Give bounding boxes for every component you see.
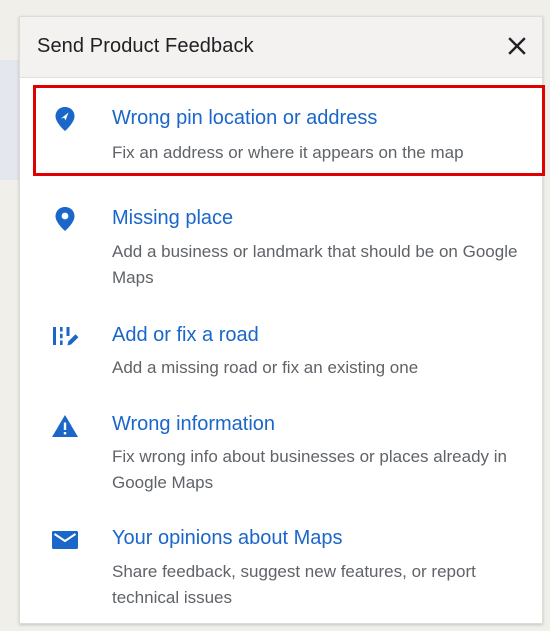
option-title: Wrong pin location or address <box>112 107 378 129</box>
dialog-header: Send Product Feedback <box>20 17 542 78</box>
close-icon <box>508 37 526 55</box>
feedback-dialog: Send Product Feedback Wrong pin location… <box>19 16 545 624</box>
option-description: Fix wrong info about businesses or place… <box>112 447 507 492</box>
option-title: Missing place <box>112 207 234 229</box>
road-edit-icon <box>50 321 80 351</box>
option-missing-place[interactable]: Missing place Add a business or landmark… <box>20 183 542 293</box>
option-add-fix-road[interactable]: Add or fix a road Add a missing road or … <box>20 300 542 380</box>
dialog-title: Send Product Feedback <box>37 35 254 57</box>
option-description: Add a missing road or fix an existing on… <box>112 358 419 377</box>
option-description: Fix an address or where it appears on th… <box>112 143 464 162</box>
warning-icon <box>50 411 80 441</box>
location-pin-icon <box>50 204 80 234</box>
mail-icon <box>50 525 80 555</box>
option-title: Add or fix a road <box>112 324 259 346</box>
location-pin-icon <box>50 104 80 134</box>
map-background <box>0 60 20 180</box>
option-title: Wrong information <box>112 413 276 435</box>
option-wrong-pin-location[interactable]: Wrong pin location or address Fix an add… <box>20 83 542 175</box>
option-title: Your opinions about Maps <box>112 527 343 549</box>
close-button[interactable] <box>502 31 532 61</box>
option-your-opinions[interactable]: Your opinions about Maps Share feedback,… <box>20 504 542 616</box>
option-description: Add a business or landmark that should b… <box>112 242 518 287</box>
option-description: Share feedback, suggest new features, or… <box>112 562 476 607</box>
option-wrong-information[interactable]: Wrong information Fix wrong info about b… <box>20 388 542 500</box>
